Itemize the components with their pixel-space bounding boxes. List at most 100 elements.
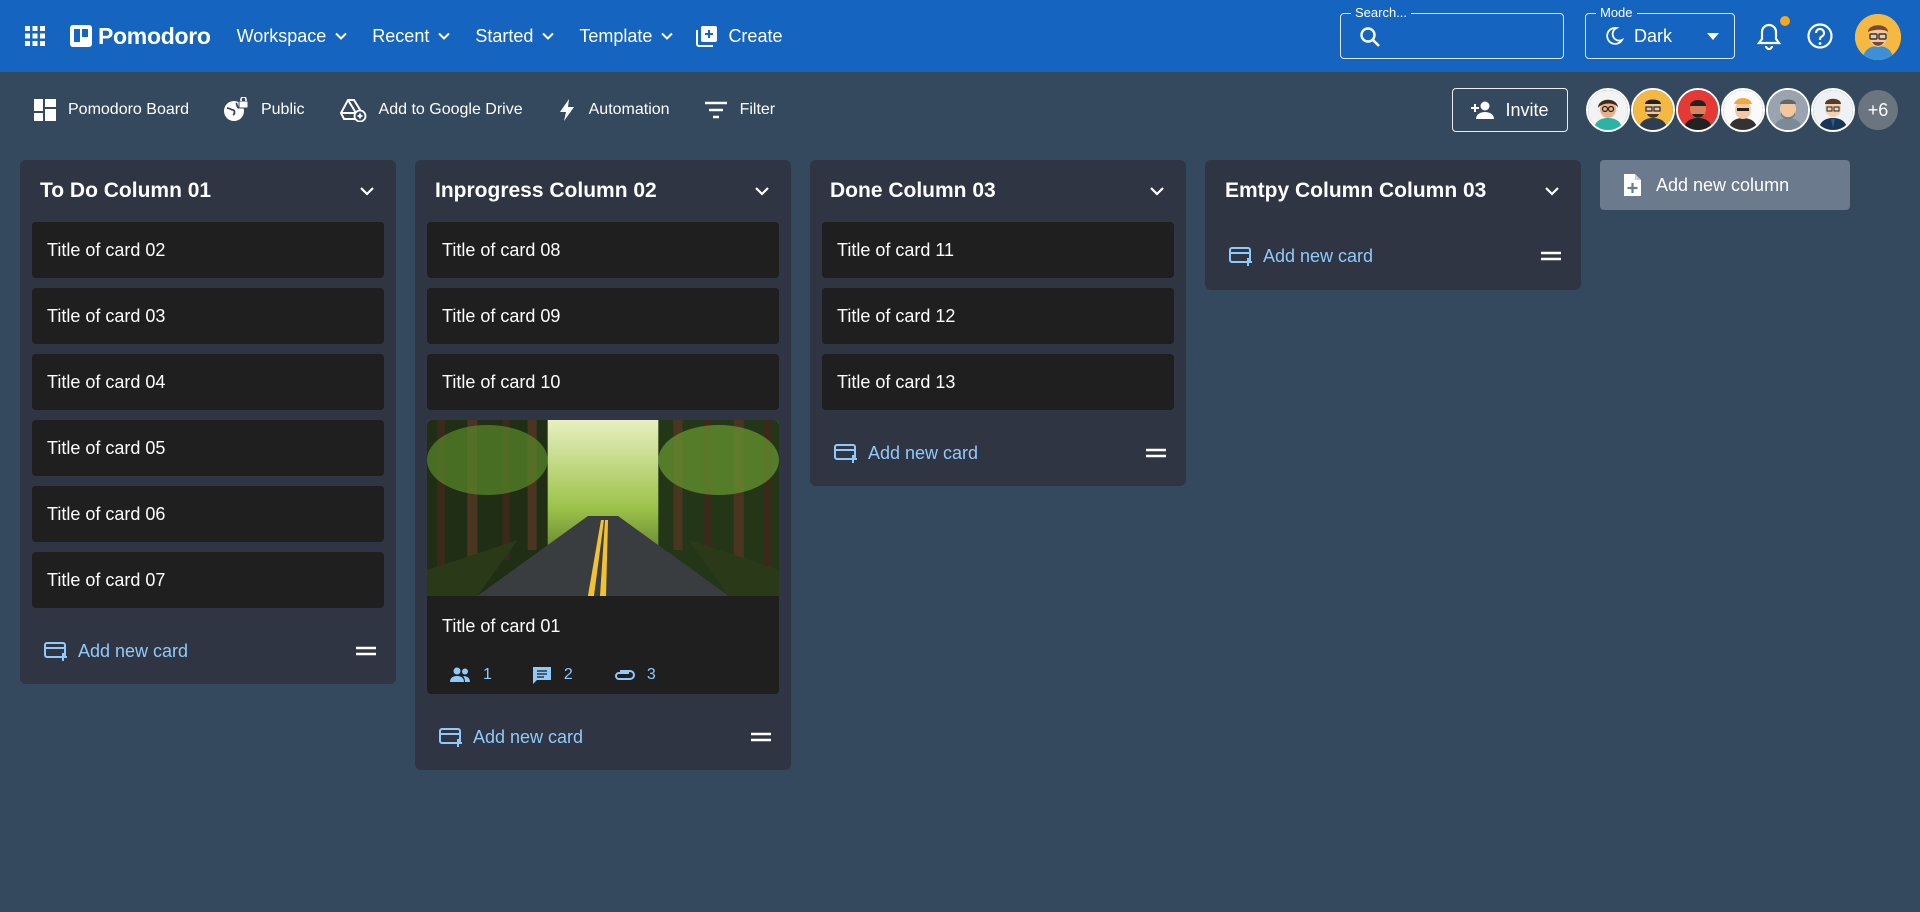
chevron-down-icon[interactable] xyxy=(1148,182,1166,200)
automation-label: Automation xyxy=(588,101,670,118)
add-card-label: Add new card xyxy=(868,442,979,463)
mode-select[interactable]: Mode Dark xyxy=(1585,6,1735,59)
drag-handle-icon[interactable] xyxy=(1146,448,1166,458)
comment-icon xyxy=(532,667,551,684)
search-input[interactable] xyxy=(1393,24,1553,50)
card[interactable]: Title of card 12 xyxy=(822,288,1174,344)
column-header: Inprogress Column 02 xyxy=(427,160,779,222)
drive-add-icon xyxy=(339,99,366,122)
card-title: Title of card 09 xyxy=(442,305,561,326)
automation-button[interactable]: Automation xyxy=(557,90,670,130)
board-column: Done Column 03 Title of card 11 Title of… xyxy=(810,160,1186,486)
create-button[interactable]: Create xyxy=(688,25,790,47)
search-icon xyxy=(1360,27,1380,47)
board-column: Inprogress Column 02 Title of card 08 Ti… xyxy=(415,160,791,770)
filter-button[interactable]: Filter xyxy=(704,90,775,130)
card[interactable]: Title of card 04 xyxy=(32,354,384,410)
card-attachments-count: 3 xyxy=(646,666,656,683)
card-title: Title of card 01 xyxy=(442,616,561,636)
library-add-icon xyxy=(696,26,718,47)
card-meta: 1 2 3 xyxy=(427,640,779,694)
card[interactable]: Title of card 11 xyxy=(822,222,1174,278)
person-add-icon xyxy=(1471,101,1495,119)
column-footer: Add new card xyxy=(1217,222,1569,290)
apps-grid-icon[interactable] xyxy=(20,21,50,51)
add-card-button[interactable]: Add new card xyxy=(834,443,978,464)
card[interactable]: Title of card 13 xyxy=(822,354,1174,410)
card-with-cover[interactable]: Title of card 01 1 2 3 xyxy=(427,420,779,694)
card-members: 1 xyxy=(449,666,492,684)
card-title: Title of card 07 xyxy=(47,569,166,590)
chevron-down-icon xyxy=(335,32,348,40)
help-button[interactable] xyxy=(1806,22,1834,55)
add-card-button[interactable]: Add new card xyxy=(1229,246,1373,267)
card[interactable]: Title of card 06 xyxy=(32,486,384,542)
card-cover-image xyxy=(427,420,779,596)
add-card-button[interactable]: Add new card xyxy=(44,641,188,662)
more-members-button[interactable]: +6 xyxy=(1856,88,1900,132)
add-card-icon xyxy=(834,444,857,463)
user-avatar[interactable] xyxy=(1855,14,1901,60)
member-avatar[interactable] xyxy=(1811,88,1855,132)
add-card-icon xyxy=(1229,247,1252,266)
nav-template[interactable]: Template xyxy=(569,16,684,56)
member-avatars: +6 xyxy=(1586,88,1900,132)
visibility-button[interactable]: Public xyxy=(223,90,305,130)
note-add-icon xyxy=(1624,174,1641,196)
card-title: Title of card 04 xyxy=(47,371,166,392)
drag-handle-icon[interactable] xyxy=(751,732,771,742)
column-title: Inprogress Column 02 xyxy=(435,179,657,202)
search-field[interactable]: Search... xyxy=(1340,6,1564,59)
main-nav: Workspace Recent Started Template Create xyxy=(227,16,791,56)
board-name-label: Pomodoro Board xyxy=(68,101,189,118)
card-members-count: 1 xyxy=(483,666,492,683)
add-column-button[interactable]: Add new column xyxy=(1600,160,1850,210)
column-title: Done Column 03 xyxy=(830,179,996,202)
column-header: Done Column 03 xyxy=(822,160,1174,222)
google-drive-button[interactable]: Add to Google Drive xyxy=(339,90,523,130)
chevron-down-icon[interactable] xyxy=(358,182,376,200)
add-card-label: Add new card xyxy=(473,726,584,747)
card[interactable]: Title of card 05 xyxy=(32,420,384,476)
drag-handle-icon[interactable] xyxy=(1541,251,1561,261)
card-attachments: 3 xyxy=(613,666,656,684)
member-avatar[interactable] xyxy=(1766,88,1810,132)
avatar-illustration xyxy=(1855,14,1901,60)
board-name-button[interactable]: Pomodoro Board xyxy=(34,90,189,130)
drag-handle-icon[interactable] xyxy=(356,646,376,656)
member-avatar[interactable] xyxy=(1586,88,1630,132)
notifications-button[interactable] xyxy=(1756,16,1790,55)
app-name: Pomodoro xyxy=(98,22,211,49)
nav-workspace-label: Workspace xyxy=(236,25,327,46)
card[interactable]: Title of card 08 xyxy=(427,222,779,278)
card[interactable]: Title of card 02 xyxy=(32,222,384,278)
card[interactable]: Title of card 09 xyxy=(427,288,779,344)
member-avatar[interactable] xyxy=(1676,88,1720,132)
app-logo[interactable]: Pomodoro xyxy=(70,23,211,50)
card[interactable]: Title of card 03 xyxy=(32,288,384,344)
attachment-icon xyxy=(614,670,635,680)
member-avatar[interactable] xyxy=(1721,88,1765,132)
chevron-down-icon[interactable] xyxy=(753,182,771,200)
mode-legend: Mode xyxy=(1596,6,1637,20)
board-column: Emtpy Column Column 03 Add new card xyxy=(1205,160,1581,290)
filter-icon xyxy=(704,101,727,119)
nav-recent[interactable]: Recent xyxy=(362,16,461,56)
mode-value: Dark xyxy=(1634,25,1673,46)
chevron-down-icon xyxy=(438,32,451,40)
member-avatar[interactable] xyxy=(1631,88,1675,132)
nav-recent-label: Recent xyxy=(372,25,430,46)
notification-badge xyxy=(1780,16,1790,26)
add-card-button[interactable]: Add new card xyxy=(439,727,583,748)
invite-button[interactable]: Invite xyxy=(1452,88,1568,132)
nav-started[interactable]: Started xyxy=(465,16,565,56)
column-footer: Add new card xyxy=(822,420,1174,486)
column-footer: Add new card xyxy=(427,704,779,770)
nav-workspace[interactable]: Workspace xyxy=(227,16,359,56)
chevron-down-icon[interactable] xyxy=(1543,182,1561,200)
card[interactable]: Title of card 10 xyxy=(427,354,779,410)
card[interactable]: Title of card 07 xyxy=(32,552,384,608)
caret-down-icon xyxy=(1707,33,1719,40)
add-card-icon xyxy=(439,728,462,747)
board-column: To Do Column 01 Title of card 02 Title o… xyxy=(20,160,396,684)
